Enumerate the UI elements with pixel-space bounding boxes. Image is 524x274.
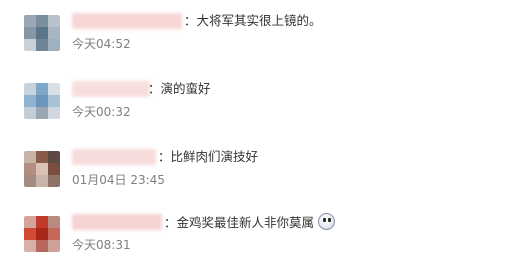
comment-text: ：大将军其实很上镜的。 bbox=[184, 12, 322, 30]
username-link[interactable] bbox=[72, 81, 150, 97]
comment-item: ：比鲜肉们演技好 01月04日 23:45 bbox=[0, 147, 524, 209]
avatar[interactable] bbox=[24, 151, 60, 187]
comment-timestamp: 01月04日 23:45 bbox=[72, 173, 165, 187]
astonished-face-icon bbox=[318, 213, 336, 230]
avatar[interactable] bbox=[24, 216, 60, 252]
comment-text: ：演的蛮好 bbox=[148, 80, 211, 98]
comment-text-content: ：演的蛮好 bbox=[148, 81, 211, 96]
comment-text: ：金鸡奖最佳新人非你莫属 bbox=[164, 213, 336, 232]
comment-item: ：演的蛮好今天00:32 bbox=[0, 79, 524, 141]
comment-text-content: ：金鸡奖最佳新人非你莫属 bbox=[164, 215, 315, 230]
username-link[interactable] bbox=[72, 149, 156, 165]
username-link[interactable] bbox=[72, 214, 162, 230]
comment-timestamp: 今天00:32 bbox=[72, 105, 131, 119]
comment-text: ：比鲜肉们演技好 bbox=[158, 148, 258, 166]
username-link[interactable] bbox=[72, 13, 182, 29]
comment-item: ：大将军其实很上镜的。今天04:52 bbox=[0, 11, 524, 73]
avatar[interactable] bbox=[24, 83, 60, 119]
comment-timestamp: 今天08:31 bbox=[72, 238, 131, 252]
comment-text-content: ：比鲜肉们演技好 bbox=[158, 149, 259, 164]
comment-text-content: ：大将军其实很上镜的。 bbox=[184, 13, 322, 28]
avatar[interactable] bbox=[24, 15, 60, 51]
comment-item: ：金鸡奖最佳新人非你莫属今天08:31 bbox=[0, 212, 524, 274]
comment-timestamp: 今天04:52 bbox=[72, 37, 131, 51]
